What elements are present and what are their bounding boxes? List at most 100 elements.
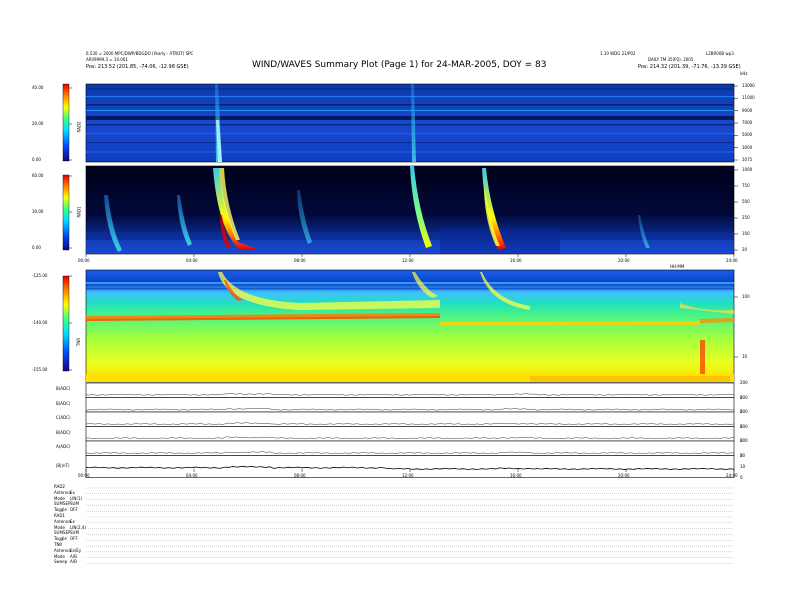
footer-row: AntennaEx [54,518,75,524]
footer-value: SUM [70,530,79,536]
line-panel-y-tick: 200 [740,438,748,443]
line-panel-label: B(ADC) [56,429,71,435]
line-panel-y-tick: 10 [740,463,746,469]
rad2-colorbar [62,83,70,162]
rad1-colorbar-tick: 0.00 [32,245,41,250]
header-units: kHz [740,71,748,76]
rad2-y-tick: 1075 [742,157,753,162]
tnr-y-tick: 100 [742,294,750,299]
rad2-spectrogram [85,83,735,163]
line-panel-label: |B|(nT) [56,462,70,468]
tnr-colorbar-tick: -140.00 [32,320,48,325]
rad1-x-tick: 16:00 [510,258,522,263]
footer-row: Mode LIN(1) [54,495,83,501]
rad1-y-tick: 100 [742,231,750,236]
footer-row: Mode LIN(2,4) [54,524,86,530]
rad2-y-tick: 9000 [742,107,753,113]
header-right-line3: DAILY TM 35(P2), 2005 [648,57,694,62]
line-panel-frame [85,426,735,442]
rad2-label: RAD2 [76,121,82,133]
lines-x-tick: 24:00 [726,473,738,478]
tnr-colorbar-tick: -125.00 [32,273,48,278]
header-left-line1: 6.530 = 2000 MPC/DWP/BDGDO (Yearly - ATR… [86,51,194,56]
footer-row: Toggle OFF [54,537,78,541]
rad2-colorbar-tick: 40.00 [32,85,44,90]
footer-key: Toggle [54,536,67,542]
rad1-x-tick: 00:00 [78,258,90,263]
header-right-pos: Pos: 214.32 (201.39, -71.76, -13.39 GSE) [638,64,741,70]
tnr-colorbar [62,275,70,372]
rad1-y-tick: 250 [742,215,750,220]
line-panel-label: B(ADC) [56,400,71,406]
footer-value: OFF [70,507,78,513]
rad2-colorbar-tick: 20.00 [32,121,44,126]
rad1-x-tick: 08:00 [294,258,306,263]
footer-key: RAD1 [54,513,65,518]
footer-key: Sweep [54,559,68,565]
tnr-y-tick: 10 [742,354,748,359]
line-panel-y-tick: 200 [740,409,748,414]
lines-x-tick: 12:00 [402,473,414,478]
line-panel-y-tick: 200 [740,380,748,385]
summary-plot [62,83,738,564]
line-panel-y-tick: 20 [740,452,746,458]
rad1-colorbar-tick: 30.00 [32,209,44,214]
footer-value: LIN(1) [70,495,83,501]
footer-row: Toggle OFF [54,508,78,512]
line-panel-label: A(ADC) [56,444,71,450]
footer-value: Ex/Ey [70,547,82,553]
header-right-line1: 1.10 WDG 21/P02 [600,51,636,56]
footer-row: AntennaEx/Ey [54,547,82,553]
footer-key: Antenna [54,547,71,553]
footer-key: Antenna [54,518,71,524]
rad1-x-tick: 04:00 [186,258,198,263]
footer-value: LIN(2,4) [70,524,86,530]
footer-key: RAD2 [54,484,65,489]
lines-x-tick: 20:00 [618,473,630,478]
footer-key: SUMSEP [54,501,71,507]
rad1-label: RAD1 [76,206,82,218]
footer-row: TNR [54,543,70,547]
rad1-x-tick: 20:00 [618,258,630,263]
footer-row: SUMSEPSUM [54,502,79,506]
rad1-x-tick: 12:00 [402,258,414,263]
tnr-label: TNR [76,337,82,347]
rad1-colorbar-tick: 60.00 [32,173,44,178]
footer-value: A/B [70,553,77,559]
footer-key: Toggle [54,507,67,513]
lines-x-tick: 04:00 [186,473,198,478]
line-panel-y-tick: 200 [740,423,748,429]
rad1-x-tick: 24:00 [726,258,738,263]
footer-row: SUMSEPSUM [54,531,79,535]
rad1-y-tick: 1000 [742,167,753,172]
line-panel-y-tick: 200 [740,394,748,400]
rad2-y-tick: 13000 [742,83,755,88]
lines-x-tick: 00:00 [78,473,90,478]
rad2-y-tick: 11000 [742,95,755,101]
footer-key: Antenna [54,489,71,495]
rad1-y-tick: 20 [742,247,748,252]
footer-value: A/B [70,559,77,565]
rad1-colorbar [62,174,70,251]
rad1-y-tick: 750 [742,183,750,188]
footer-row: Sweep A/B [54,560,77,564]
tnr-x-label: HH:MM [670,264,685,269]
tnr-spectrogram [85,269,735,383]
footer-key: Mode [54,524,65,530]
footer-row: AntennaEx [54,489,75,495]
line-panel-y-tick: 0 [740,474,743,480]
header-left-pos: Pos: 213.52 (201.85, -74.06, -12.98 GSE) [86,64,189,70]
footer-value: Ex [70,518,75,524]
line-panel-label: C(ADC) [56,415,71,421]
rad2-colorbar-tick: 0.00 [32,157,41,162]
header-left-line2: ARI/9999.3 = 10.061 [86,57,128,62]
tnr-colorbar-tick: -155.00 [32,367,48,372]
footer-key: TNR [54,542,63,547]
rad2-y-tick: 7000 [742,120,753,125]
rad1-y-tick: 500 [742,199,750,204]
rad2-y-tick: 3000 [742,144,753,150]
footer-row: Mode A/B [54,553,77,559]
page-title: WIND/WAVES Summary Plot (Page 1) for 24-… [252,60,547,70]
lines-x-tick: 16:00 [510,473,522,478]
footer-key: SUMSEP [54,530,71,536]
